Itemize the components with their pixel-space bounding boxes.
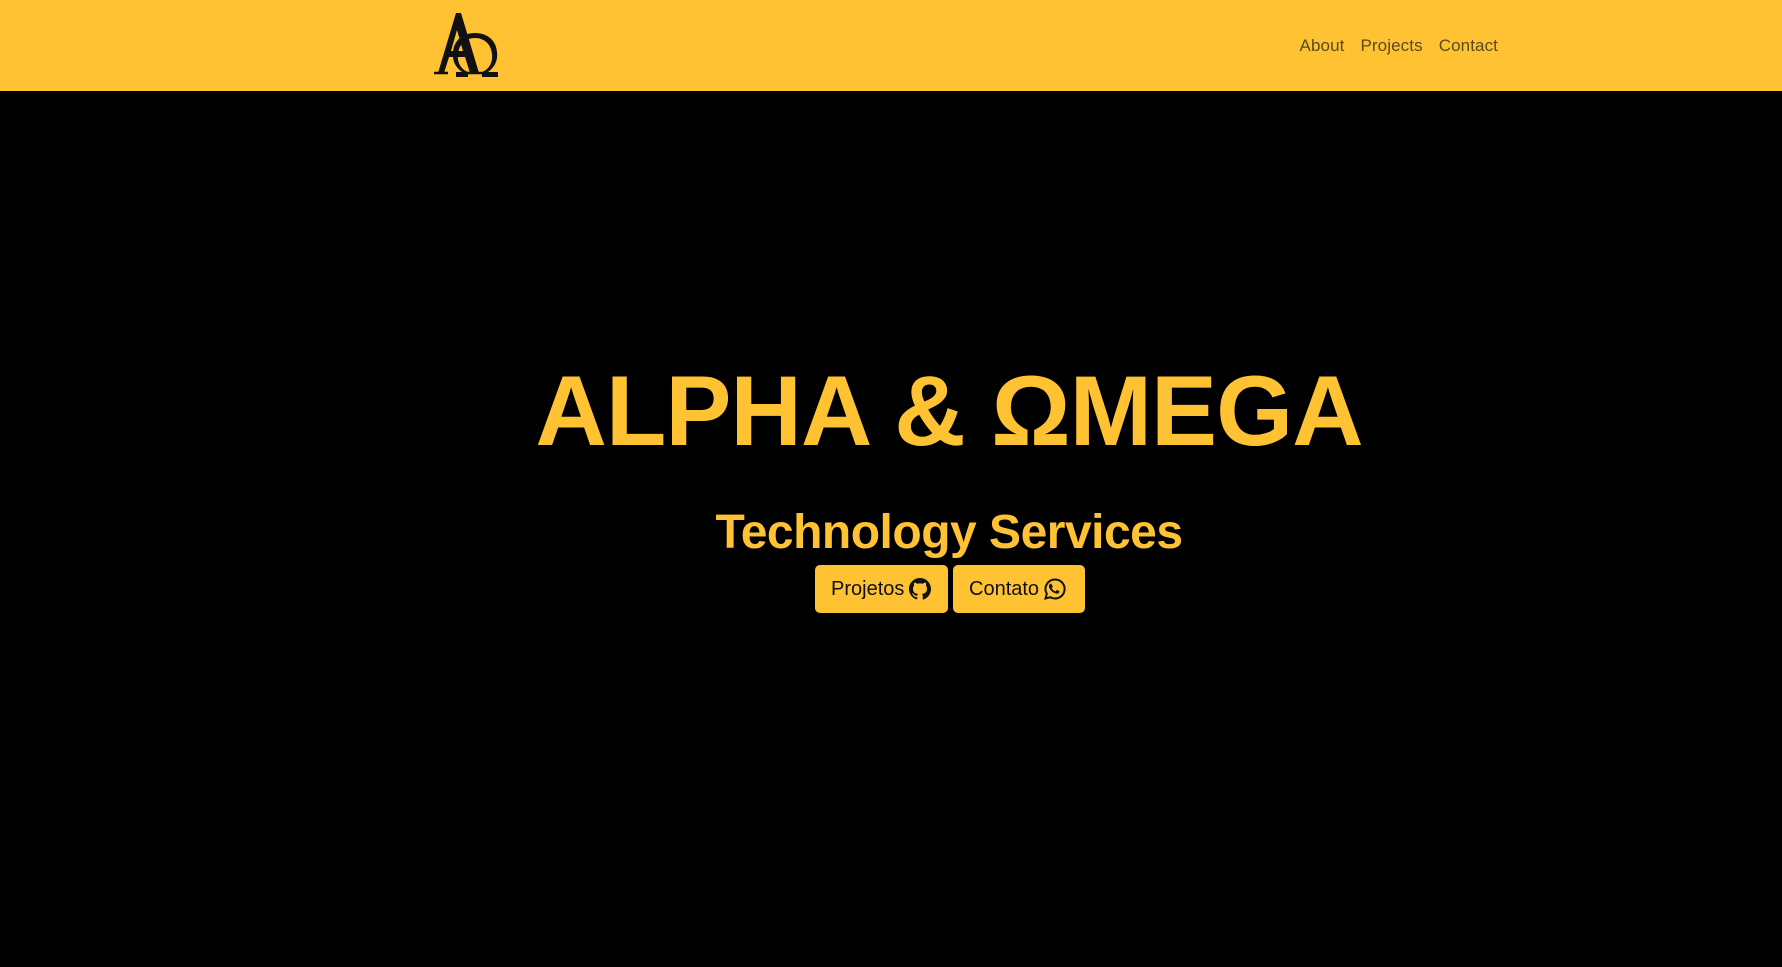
nav-link-about[interactable]: About xyxy=(1300,36,1345,56)
alpha-omega-logo-icon xyxy=(432,11,500,81)
brand-logo[interactable] xyxy=(432,11,500,81)
hero-section: ALPHA & ΩMEGA Technology Services Projet… xyxy=(0,91,1782,967)
projects-button[interactable]: Projetos xyxy=(815,565,948,613)
nav-link-contact[interactable]: Contact xyxy=(1439,36,1498,56)
hero-buttons: Projetos Contato xyxy=(815,565,1085,613)
hero-title: ALPHA & ΩMEGA xyxy=(535,355,1363,466)
navbar: About Projects Contact xyxy=(0,0,1782,91)
projects-button-label: Projetos xyxy=(831,577,905,600)
navbar-container: About Projects Contact xyxy=(432,0,1498,91)
contact-button[interactable]: Contato xyxy=(953,565,1085,613)
nav-link-projects[interactable]: Projects xyxy=(1360,36,1422,56)
hero-subtitle: Technology Services xyxy=(715,506,1183,559)
github-icon xyxy=(908,577,932,601)
nav-links: About Projects Contact xyxy=(1300,36,1498,56)
contact-button-label: Contato xyxy=(969,577,1040,600)
whatsapp-icon xyxy=(1043,577,1067,601)
